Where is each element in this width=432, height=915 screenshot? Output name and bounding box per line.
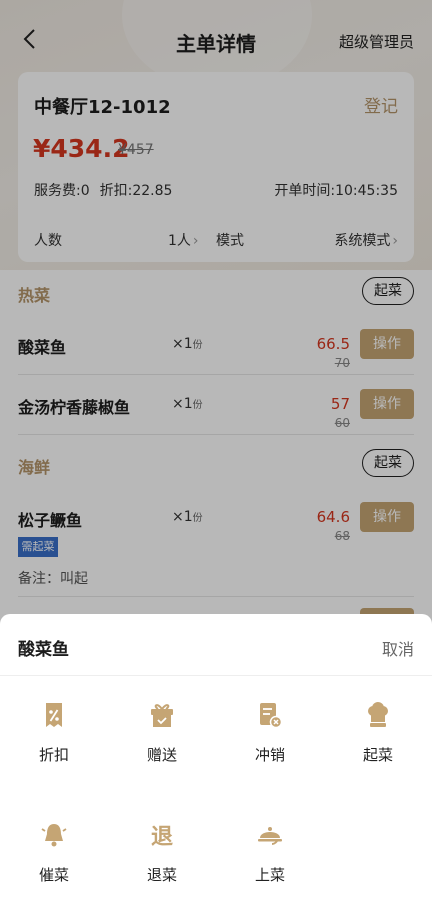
action-return[interactable]: 退 退菜 (108, 820, 216, 885)
action-discount[interactable]: 折扣 (0, 700, 108, 765)
action-label: 起菜 (362, 746, 393, 764)
action-sheet: 酸菜鱼 取消 折扣 赠送 冲销 起菜 催菜 退 退菜 上菜 (0, 614, 432, 915)
action-label: 退菜 (146, 866, 177, 884)
discount-icon (39, 700, 69, 730)
bell-icon (39, 820, 69, 850)
write-off-icon (255, 700, 285, 730)
action-label: 赠送 (146, 746, 177, 764)
action-write-off[interactable]: 冲销 (216, 700, 324, 765)
action-label: 催菜 (38, 866, 69, 884)
serve-cloche-icon (255, 820, 285, 850)
action-gift[interactable]: 赠送 (108, 700, 216, 765)
chef-hat-icon (363, 700, 393, 730)
return-icon: 退 (147, 820, 177, 850)
action-rush[interactable]: 催菜 (0, 820, 108, 885)
action-serve[interactable]: 上菜 (216, 820, 324, 885)
action-sheet-title: 酸菜鱼 (18, 640, 69, 660)
divider (0, 675, 432, 676)
action-label: 冲销 (254, 746, 285, 764)
gift-icon (147, 700, 177, 730)
action-label: 上菜 (254, 866, 285, 884)
action-label: 折扣 (38, 746, 69, 764)
svg-text:退: 退 (151, 825, 173, 850)
cancel-button[interactable]: 取消 (382, 636, 414, 660)
action-start[interactable]: 起菜 (324, 700, 432, 765)
